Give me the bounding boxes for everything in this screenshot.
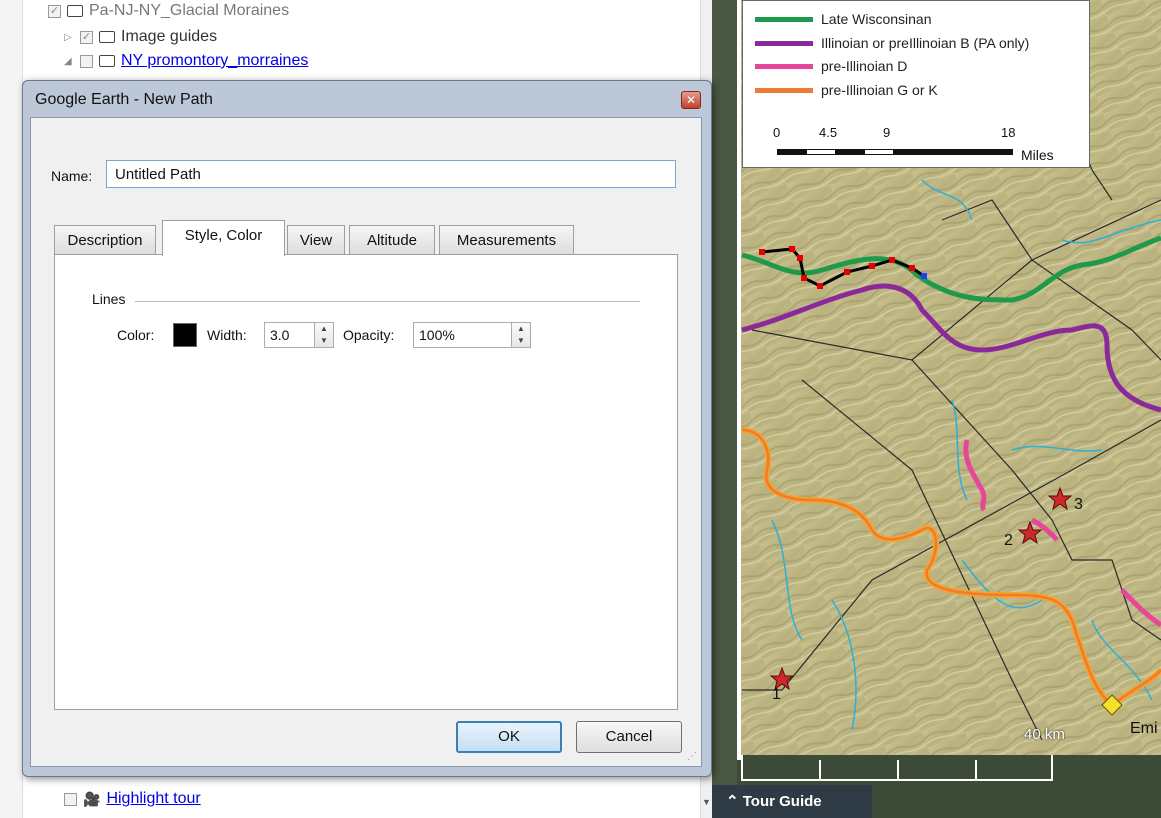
panel-edge	[0, 0, 23, 818]
checkbox[interactable]	[48, 4, 61, 18]
map-legend: Late Wisconsinan Illinoian or preIllinoi…	[742, 0, 1090, 168]
km-label: 40 km	[1024, 726, 1065, 743]
dialog-title: Google Earth - New Path	[35, 91, 213, 108]
scale-unit: Miles	[1021, 147, 1054, 163]
tree-item-ny-promontory[interactable]: ◢ NY promontory_morraines	[64, 52, 308, 70]
legend-swatch	[755, 16, 813, 22]
scroll-down-icon[interactable]: ▼	[702, 797, 711, 807]
marker-label: 3	[1074, 496, 1083, 513]
tab-measurements[interactable]: Measurements	[439, 225, 574, 255]
opacity-value: 100%	[419, 327, 455, 343]
chevron-up-icon: ⌃	[726, 793, 743, 810]
tab-style-color[interactable]: Style, Color	[162, 220, 285, 256]
legend-label: Illinoian or preIllinoian B (PA only)	[821, 35, 1030, 51]
scale-tick: 0	[773, 125, 781, 140]
close-button[interactable]: ✕	[681, 91, 701, 109]
tab-label: Style, Color	[184, 227, 263, 244]
legend-item: pre-Illinoian G or K	[755, 82, 938, 98]
dialog-body: Name: Description Style, Color View Alti…	[30, 117, 702, 767]
collapse-arrow-icon[interactable]: ◢	[64, 56, 74, 67]
legend-label: pre-Illinoian D	[821, 58, 908, 74]
checkbox[interactable]	[80, 54, 93, 68]
scale-tick: 9	[883, 125, 891, 140]
expand-arrow-icon[interactable]: ▷	[64, 32, 74, 43]
map-view[interactable]: Late Wisconsinan Illinoian or preIllinoi…	[712, 0, 1161, 818]
color-label: Color:	[117, 327, 155, 343]
satellite-strip	[712, 0, 737, 785]
ok-button[interactable]: OK	[456, 721, 562, 753]
name-input[interactable]	[106, 160, 676, 188]
checkbox[interactable]	[64, 792, 77, 806]
legend-label: Late Wisconsinan	[821, 11, 932, 27]
tour-guide-button[interactable]: ⌃ Tour Guide	[712, 785, 872, 818]
map-border	[737, 0, 741, 760]
section-divider	[135, 301, 640, 302]
close-icon: ✕	[685, 93, 697, 107]
style-color-panel: Lines Color: Width: 3.0 ▲ ▼ Opacity: 100%…	[54, 254, 678, 710]
dialog-titlebar[interactable]: Google Earth - New Path ✕	[23, 81, 711, 117]
stepper-arrows-icon[interactable]: ▲ ▼	[314, 323, 333, 347]
legend-swatch	[755, 63, 813, 69]
tab-label: Description	[67, 232, 143, 249]
tab-altitude[interactable]: Altitude	[349, 225, 435, 255]
legend-swatch	[755, 40, 813, 46]
tab-description[interactable]: Description	[54, 225, 156, 255]
tree-item-label: Image guides	[121, 28, 218, 45]
tree-item-link[interactable]: NY promontory_morraines	[121, 52, 308, 70]
tree-item-label: Pa-NJ-NY_Glacial Moraines	[89, 2, 290, 19]
marker-label: 2	[1004, 532, 1013, 549]
ok-label: OK	[498, 728, 520, 745]
scale-bar	[777, 149, 1013, 155]
legend-item: Illinoian or preIllinoian B (PA only)	[755, 35, 1029, 51]
place-label: Emi	[1130, 720, 1158, 737]
scale-tick: 4.5	[819, 125, 838, 140]
tree-item-link[interactable]: Highlight tour	[106, 790, 200, 808]
opacity-label: Opacity:	[343, 327, 395, 343]
tree-item-highlight-tour[interactable]: 🎥 Highlight tour	[64, 790, 201, 808]
legend-item: pre-Illinoian D	[755, 58, 907, 74]
folder-icon	[99, 55, 115, 67]
width-stepper[interactable]: 3.0 ▲ ▼	[264, 322, 334, 348]
folder-icon	[67, 5, 83, 17]
legend-label: pre-Illinoian G or K	[821, 82, 938, 98]
scale-tick: 18	[1001, 125, 1016, 140]
path-active-vertex	[921, 273, 927, 279]
name-label: Name:	[51, 168, 93, 184]
marker-label: 1	[772, 686, 781, 703]
new-path-dialog: Google Earth - New Path ✕ Name: Descript…	[22, 80, 712, 777]
opacity-stepper[interactable]: 100% ▲ ▼	[413, 322, 531, 348]
width-value: 3.0	[270, 327, 290, 343]
color-picker[interactable]	[173, 323, 197, 347]
resize-grip-icon[interactable]: ⋰	[687, 751, 697, 762]
tree-item-image-guides[interactable]: ▷ Image guides	[64, 28, 217, 46]
tab-label: Measurements	[456, 232, 557, 249]
folder-icon	[99, 31, 115, 43]
cancel-button[interactable]: Cancel	[576, 721, 682, 753]
tab-label: View	[299, 232, 333, 249]
legend-swatch	[755, 87, 813, 93]
tour-icon: 🎥	[83, 790, 101, 807]
checkbox[interactable]	[80, 30, 93, 44]
tab-view[interactable]: View	[287, 225, 345, 255]
tree-item-moraines[interactable]: Pa-NJ-NY_Glacial Moraines	[48, 2, 289, 20]
cancel-label: Cancel	[605, 728, 653, 745]
legend-item: Late Wisconsinan	[755, 11, 932, 27]
tab-label: Altitude	[366, 232, 418, 249]
stepper-arrows-icon[interactable]: ▲ ▼	[511, 323, 530, 347]
width-label: Width:	[207, 327, 247, 343]
lines-section-label: Lines	[92, 291, 126, 307]
tour-guide-label: Tour Guide	[742, 793, 822, 810]
